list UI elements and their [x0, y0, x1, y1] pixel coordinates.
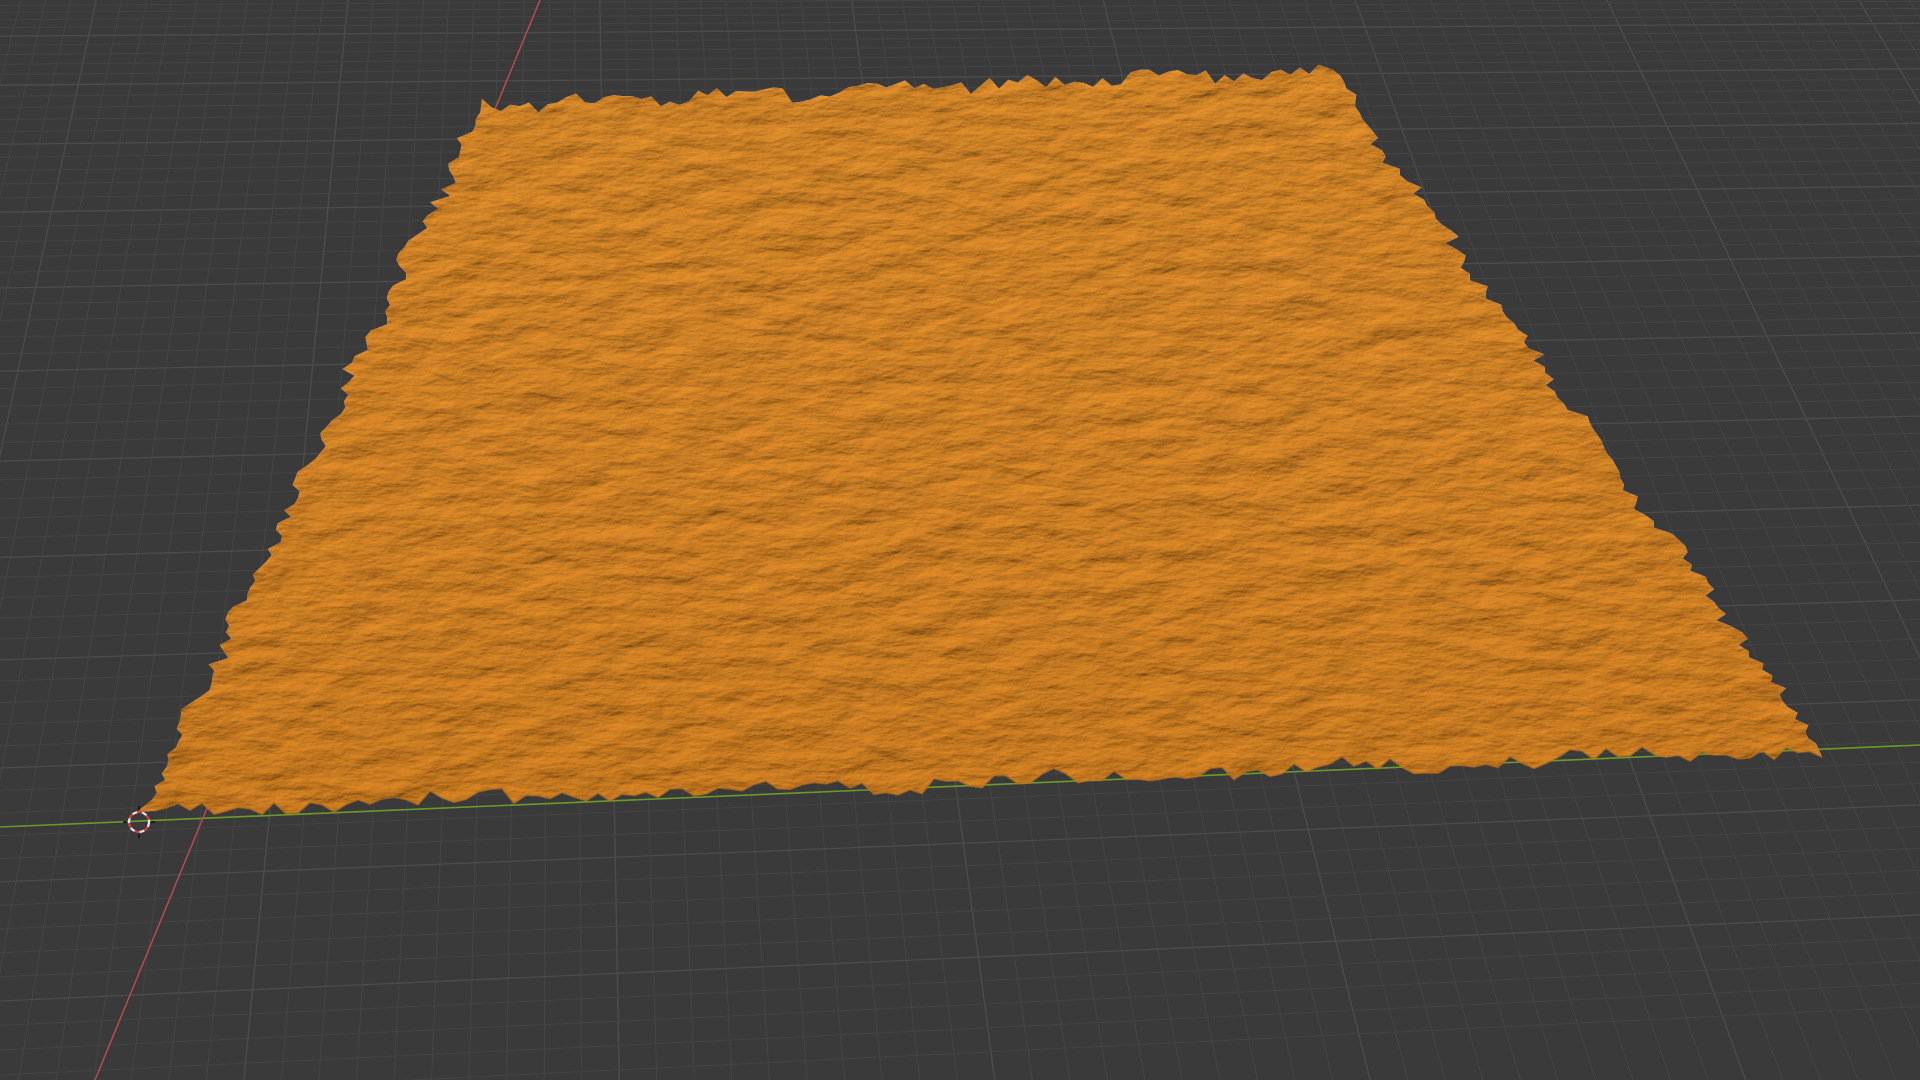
- 3d-viewport[interactable]: [0, 0, 1920, 1080]
- grid-line: [0, 0, 1920, 13]
- grid-line: [0, 937, 1920, 1026]
- grid-line: [0, 847, 1920, 930]
- grid-line: [0, 58, 1920, 76]
- grid-line: [0, 826, 1920, 906]
- grid-line: [0, 914, 1920, 1002]
- grid-line: [0, 892, 1920, 978]
- viewport-canvas[interactable]: [0, 0, 1920, 1080]
- grid-line: [0, 869, 1920, 954]
- grid-line: [0, 22, 1920, 37]
- grid-line: [0, 48, 1920, 65]
- grid-line: [400, 1005, 1920, 1080]
- grid-line: [0, 7, 1920, 21]
